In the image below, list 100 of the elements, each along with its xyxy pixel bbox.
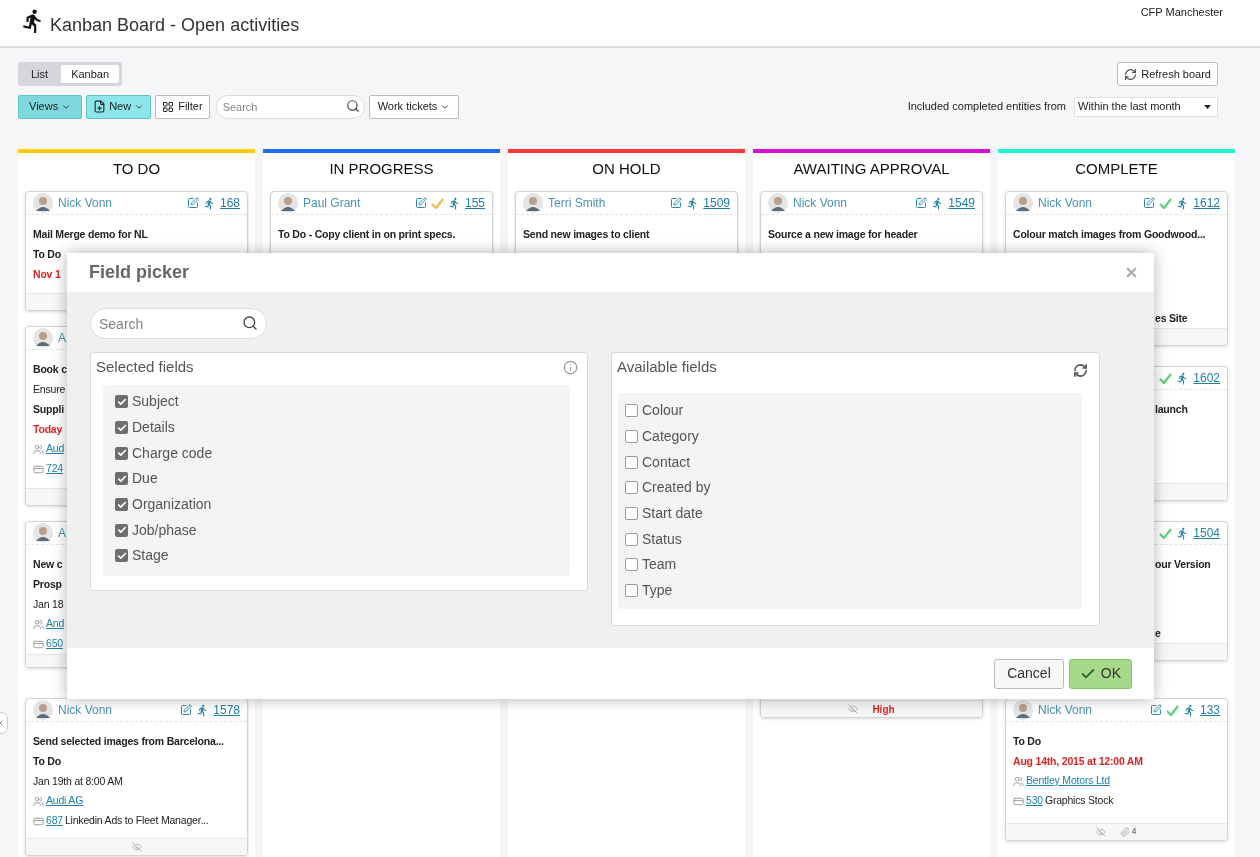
grid-icon bbox=[162, 100, 175, 113]
cancel-button[interactable]: Cancel bbox=[994, 658, 1064, 689]
ticket-number-link[interactable]: 1612 bbox=[1193, 194, 1220, 212]
checkbox[interactable] bbox=[115, 446, 128, 460]
card-title: New c bbox=[33, 557, 63, 572]
assignee-name[interactable]: Nick Vonn bbox=[1038, 701, 1093, 719]
edit-icon[interactable] bbox=[1143, 197, 1156, 209]
assignee-name[interactable]: Paul Grant bbox=[303, 194, 361, 212]
ok-button[interactable]: OK bbox=[1068, 658, 1132, 689]
ticket-number-link[interactable]: 133 bbox=[1199, 701, 1220, 719]
edit-icon[interactable] bbox=[915, 197, 928, 209]
activity-card[interactable]: Nick Vonn 133 To Do Aug 14th, 2015 at 12:00 AM Bentley Motors Ltd 530 Graphics Stock 4 bbox=[1005, 698, 1228, 841]
job-link[interactable]: 724 bbox=[46, 461, 63, 477]
refresh-icon bbox=[1124, 67, 1138, 81]
completed-range-select[interactable]: Within the last month bbox=[1074, 96, 1218, 117]
ticket-type-dropdown[interactable]: Work tickets bbox=[368, 94, 460, 119]
checkbox[interactable] bbox=[115, 395, 128, 409]
ticket-number-link[interactable]: 1549 bbox=[948, 194, 975, 212]
attachment-icon bbox=[1120, 827, 1131, 837]
checkbox[interactable] bbox=[115, 549, 128, 563]
panel-title: Selected fields bbox=[96, 356, 194, 377]
job-link[interactable]: 650 bbox=[46, 636, 63, 652]
search-icon[interactable] bbox=[242, 315, 258, 331]
checkbox[interactable] bbox=[625, 584, 638, 598]
checkbox[interactable] bbox=[115, 472, 128, 486]
view-tab[interactable]: List bbox=[21, 65, 59, 83]
checkbox[interactable] bbox=[115, 523, 128, 537]
ticket-number-link[interactable]: 1504 bbox=[1193, 524, 1220, 542]
card-icon bbox=[1013, 795, 1024, 807]
field-label[interactable]: Organization bbox=[132, 494, 212, 516]
runner-icon bbox=[202, 196, 216, 210]
field-label[interactable]: Due bbox=[132, 468, 158, 490]
job-link[interactable]: 530 bbox=[1026, 793, 1043, 809]
assignee-name[interactable]: Nick Vonn bbox=[1038, 194, 1093, 212]
ticket-number-link[interactable]: 1602 bbox=[1193, 369, 1220, 387]
ticket-number-link[interactable]: 1509 bbox=[703, 194, 730, 212]
field-label[interactable]: Contact bbox=[642, 451, 691, 473]
checkbox[interactable] bbox=[625, 404, 638, 418]
assignee-name[interactable]: Nick Vonn bbox=[58, 701, 113, 719]
card-due-date: Aug 14th, 2015 at 12:00 AM bbox=[1013, 754, 1143, 769]
card-details: Ensure bbox=[33, 382, 66, 397]
field-label[interactable]: Job/phase bbox=[132, 519, 197, 541]
priority-label: High bbox=[872, 702, 895, 717]
field-label[interactable]: Details bbox=[132, 417, 175, 439]
close-icon[interactable] bbox=[1124, 265, 1139, 280]
filter-button[interactable]: Filter bbox=[155, 94, 210, 119]
people-icon bbox=[33, 443, 44, 455]
assignee-name[interactable]: Nick Vonn bbox=[58, 194, 113, 212]
edit-icon[interactable] bbox=[1149, 704, 1162, 716]
card-title: Book c bbox=[33, 362, 67, 377]
field-label[interactable]: Charge code bbox=[132, 442, 213, 464]
runner-icon bbox=[447, 196, 461, 210]
organization-link[interactable]: And bbox=[46, 616, 65, 632]
search-icon[interactable] bbox=[345, 99, 360, 113]
field-label[interactable]: Type bbox=[642, 580, 673, 602]
assignee-name[interactable]: Terri Smith bbox=[548, 194, 606, 212]
checkbox[interactable] bbox=[625, 430, 638, 444]
info-icon[interactable] bbox=[563, 359, 578, 375]
field-label[interactable]: Team bbox=[642, 554, 677, 576]
edit-icon[interactable] bbox=[186, 197, 199, 209]
checkbox[interactable] bbox=[625, 481, 638, 495]
organization-link[interactable]: Bentley Motors Ltd bbox=[1026, 773, 1110, 789]
refresh-board-button[interactable]: Refresh board bbox=[1117, 62, 1218, 86]
search-field[interactable]: Search bbox=[215, 95, 365, 119]
field-label[interactable]: Subject bbox=[132, 391, 179, 413]
card-title: Send selected images from Barcelona... bbox=[33, 734, 224, 749]
field-search[interactable]: Search bbox=[90, 308, 267, 339]
view-tab[interactable]: Kanban bbox=[61, 65, 120, 83]
people-icon bbox=[33, 618, 44, 630]
field-label[interactable]: Start date bbox=[642, 503, 703, 525]
field-label[interactable]: Stage bbox=[132, 545, 169, 567]
organization-link[interactable]: Audi AG bbox=[46, 793, 84, 809]
checkbox[interactable] bbox=[115, 421, 128, 435]
job-link[interactable]: 687 bbox=[46, 813, 63, 829]
ticket-number-link[interactable]: 155 bbox=[464, 194, 485, 212]
checkbox[interactable] bbox=[625, 532, 638, 546]
views-button[interactable]: Views bbox=[18, 94, 83, 119]
caret-icon bbox=[1204, 104, 1211, 109]
ticket-number-link[interactable]: 1578 bbox=[213, 701, 240, 719]
activity-card[interactable]: Nick Vonn 1578 Send selected images from Barcelona... To Do Jan 19th at 8:00 AM Audi AG 687 Linkedin Ads to Fleet Manager... bbox=[25, 698, 248, 856]
refresh-icon[interactable] bbox=[1073, 362, 1088, 378]
edit-icon[interactable] bbox=[414, 197, 427, 209]
card-date: Jan 18 bbox=[33, 597, 64, 612]
edit-icon[interactable] bbox=[180, 704, 193, 716]
field-label[interactable]: Colour bbox=[642, 400, 684, 422]
edit-icon[interactable] bbox=[670, 197, 683, 209]
assignee-name[interactable]: Nick Vonn bbox=[793, 194, 848, 212]
card-title: To Do - Copy client in on print specs. bbox=[278, 227, 456, 242]
field-label[interactable]: Created by bbox=[642, 477, 711, 499]
checkbox[interactable] bbox=[625, 455, 638, 469]
ticket-number-link[interactable]: 168 bbox=[219, 194, 240, 212]
checkbox[interactable] bbox=[625, 507, 638, 521]
checkbox[interactable] bbox=[625, 558, 638, 572]
field-label[interactable]: Status bbox=[642, 528, 682, 550]
card-icon bbox=[33, 638, 44, 650]
checkbox[interactable] bbox=[115, 498, 128, 512]
field-label[interactable]: Category bbox=[642, 426, 699, 448]
new-button[interactable]: New bbox=[86, 94, 152, 119]
organization-link[interactable]: Aud bbox=[46, 441, 65, 457]
job-name: Linkedin Ads to Fleet Manager... bbox=[64, 813, 209, 829]
